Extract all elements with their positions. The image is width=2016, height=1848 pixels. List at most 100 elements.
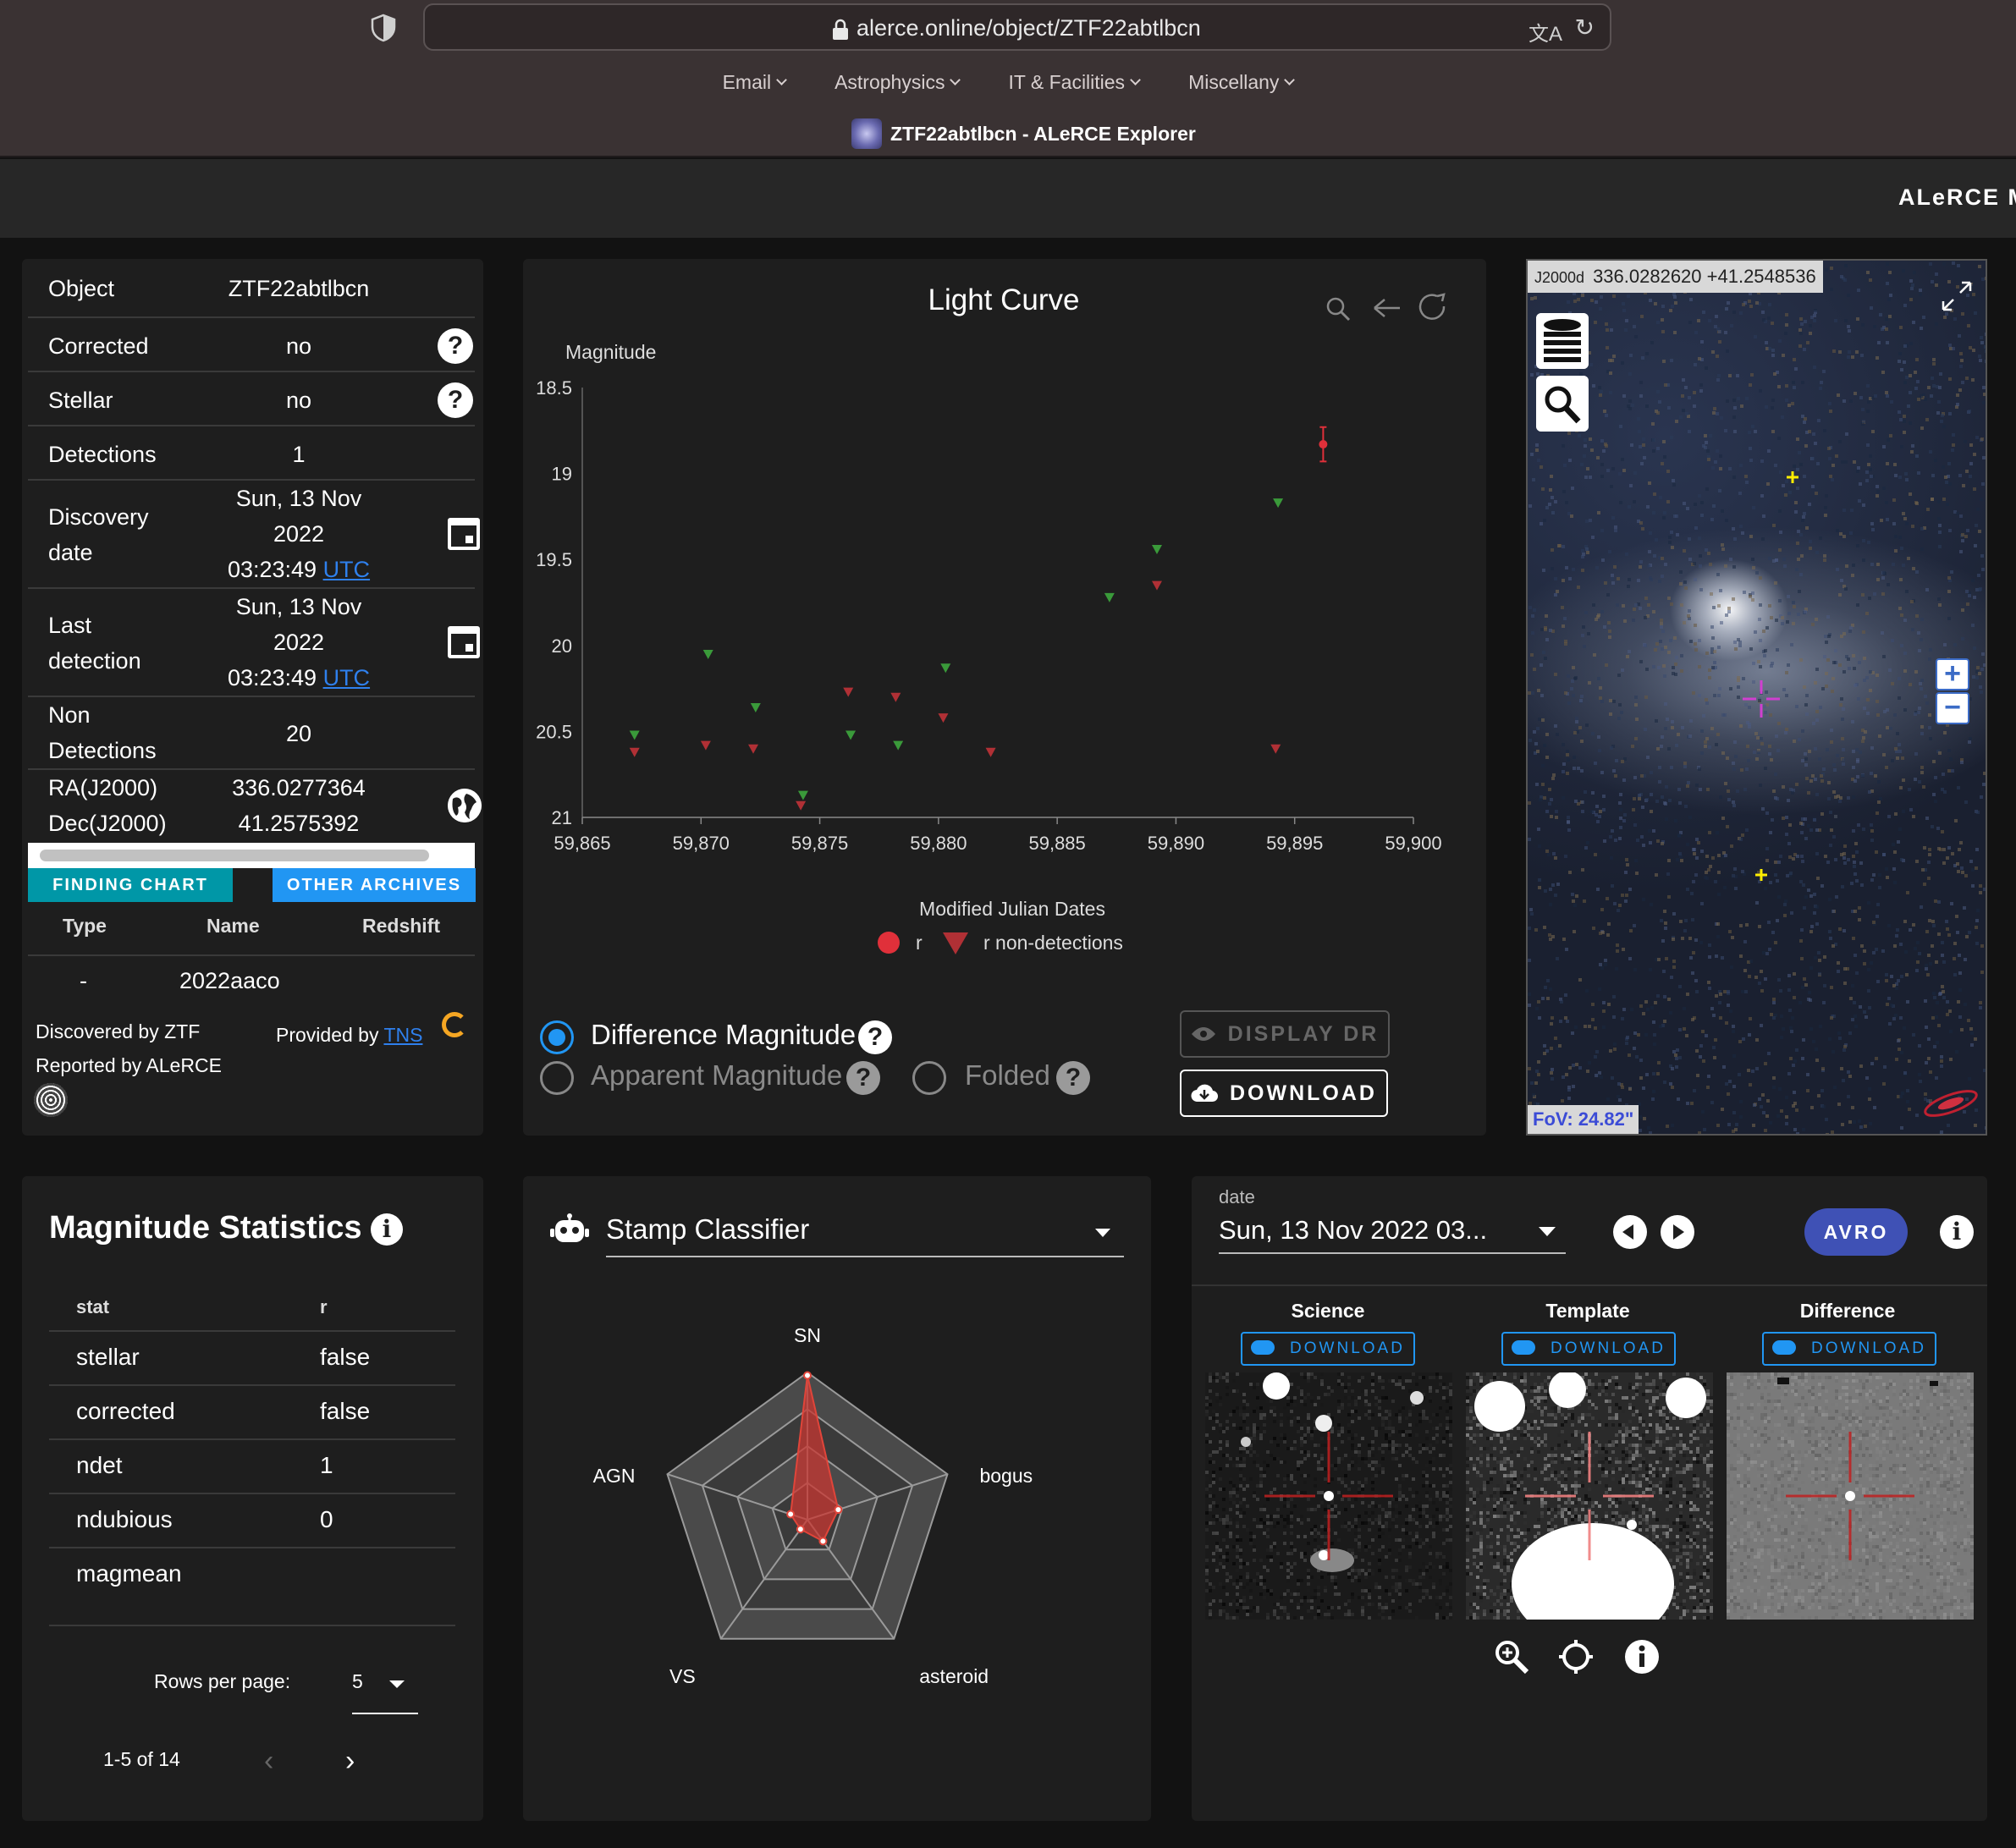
aladin-sky-viewer[interactable]: J2000d 336.0282620 +41.2548536 + − FoV: 2… [1526,259,1987,1136]
xmatch-header-name[interactable]: Name [207,915,260,938]
non-detection-point[interactable] [938,713,949,723]
apparent-magnitude-label[interactable]: Apparent Magnitude [591,1059,842,1092]
shield-icon[interactable] [371,14,396,42]
info-icon[interactable]: i [371,1213,403,1246]
non-detection-point[interactable] [846,730,857,740]
non-detection-point[interactable] [796,800,807,811]
tns-link[interactable]: TNS [383,1024,422,1046]
apparent-magnitude-radio[interactable] [540,1061,574,1095]
date-select[interactable]: Sun, 13 Nov 2022 03... [1219,1215,1487,1246]
toolbox-restore-icon[interactable] [1418,293,1446,320]
table-row: ndubious 0 [49,1494,455,1548]
non-detection-point[interactable] [700,740,711,751]
chevron-left-icon[interactable]: ‹ [264,1745,273,1778]
difference-magnitude-radio[interactable] [540,1020,574,1054]
y-tick-label: 18.5 [536,377,572,399]
non-detection-point[interactable] [797,790,808,800]
probability-point[interactable] [803,1371,812,1380]
help-icon[interactable]: ? [1056,1061,1090,1095]
info-icon[interactable]: i [1940,1215,1974,1249]
non-detection-point[interactable] [940,663,951,674]
non-detection-point[interactable] [985,747,996,757]
non-detection-point[interactable] [843,687,854,697]
info-icon[interactable] [1623,1638,1661,1675]
download-lightcurve-button[interactable]: DOWNLOAD [1180,1070,1388,1117]
probability-point[interactable] [834,1505,843,1515]
header-r[interactable]: r [320,1296,328,1318]
corrected-row: Corrected no ? [28,318,475,372]
probability-point[interactable] [796,1525,805,1534]
help-icon[interactable]: ? [846,1061,880,1095]
x-tick-label: 59,895 [1266,833,1323,854]
avro-button[interactable]: AVRO [1804,1208,1908,1256]
horizontal-scrollbar[interactable] [28,843,475,868]
app-title[interactable]: ALeRCE M [1898,184,2016,211]
provided-by-label: Provided by [276,1024,379,1046]
globe-icon[interactable] [448,789,482,822]
utc-link[interactable]: UTC [323,665,371,690]
utc-link[interactable]: UTC [323,557,371,582]
tns-logo-icon[interactable] [442,1012,467,1037]
calendar-icon[interactable] [448,626,480,658]
science-download-button[interactable]: DOWNLOAD [1241,1332,1415,1366]
non-detection-point[interactable] [1104,592,1115,602]
display-dr-button[interactable]: DISPLAY DR [1180,1010,1390,1058]
classifier-select[interactable]: Stamp Classifier [606,1213,809,1246]
non-detection-point[interactable] [629,730,640,740]
folded-radio[interactable] [912,1061,946,1095]
translate-icon[interactable]: 文A [1529,17,1562,47]
help-icon[interactable]: ? [858,1020,892,1054]
reload-icon[interactable]: ↻ [1575,14,1595,41]
folded-label[interactable]: Folded [965,1059,1050,1092]
probability-point[interactable] [818,1537,828,1546]
browser-tab[interactable]: ZTF22abtlbcn - ALeRCE Explorer [851,118,1196,149]
non-detection-point[interactable] [748,744,759,754]
zoom-in-button[interactable]: + [1936,658,1969,690]
non-detection-point[interactable] [750,702,761,712]
non-detection-point[interactable] [890,692,901,702]
toolbox-back-icon[interactable] [1374,299,1400,317]
caret-down-icon[interactable] [1095,1229,1110,1237]
template-download-button[interactable]: DOWNLOAD [1501,1332,1676,1366]
bookmark-email[interactable]: Email [723,71,787,94]
probability-point[interactable] [786,1510,796,1519]
bookmark-miscellany[interactable]: Miscellany [1188,71,1296,94]
chevron-right-icon[interactable]: › [345,1745,355,1778]
detection-point[interactable] [1319,440,1328,449]
address-bar[interactable]: alerce.online/object/ZTF22abtlbcn 文A ↻ [423,3,1611,51]
finding-chart-button[interactable]: FINDING CHART [28,868,233,902]
other-archives-button[interactable]: OTHER ARCHIVES [273,868,476,902]
crosshair-icon[interactable] [1557,1638,1595,1675]
toolbox-zoom-icon[interactable] [1326,297,1351,322]
previous-date-button[interactable] [1613,1215,1647,1249]
bookmark-astrophysics[interactable]: Astrophysics [834,71,961,94]
template-stamp-image[interactable] [1466,1372,1713,1620]
legend-r-marker[interactable] [878,932,900,954]
legend-nondet-marker[interactable] [943,932,968,954]
difference-magnitude-label[interactable]: Difference Magnitude [591,1019,856,1051]
non-detection-point[interactable] [1273,498,1284,509]
non-detection-point[interactable] [1270,744,1281,754]
science-stamp-image[interactable] [1205,1372,1452,1620]
non-detection-point[interactable] [702,649,713,659]
xmatch-header-type[interactable]: Type [63,915,107,938]
non-detection-point[interactable] [1151,580,1162,591]
caret-down-icon[interactable] [1539,1227,1556,1236]
non-detection-point[interactable] [893,740,904,751]
calendar-icon[interactable] [448,518,480,550]
xmatch-header-redshift[interactable]: Redshift [362,915,440,938]
non-detection-point[interactable] [1151,545,1162,555]
zoom-out-button[interactable]: − [1936,692,1969,724]
zoom-in-icon[interactable] [1493,1638,1530,1675]
caret-down-icon[interactable] [389,1680,405,1688]
card-title: Magnitude Statistics [49,1210,362,1246]
header-stat[interactable]: stat [76,1296,109,1318]
rows-per-page-select[interactable]: 5 [352,1670,363,1693]
difference-stamp-image[interactable] [1727,1372,1974,1620]
bookmark-it-facilities[interactable]: IT & Facilities [1008,71,1141,94]
help-icon[interactable]: ? [438,382,473,418]
difference-download-button[interactable]: DOWNLOAD [1762,1332,1936,1366]
help-icon[interactable]: ? [438,328,473,364]
non-detection-point[interactable] [629,747,640,757]
next-date-button[interactable] [1661,1215,1694,1249]
